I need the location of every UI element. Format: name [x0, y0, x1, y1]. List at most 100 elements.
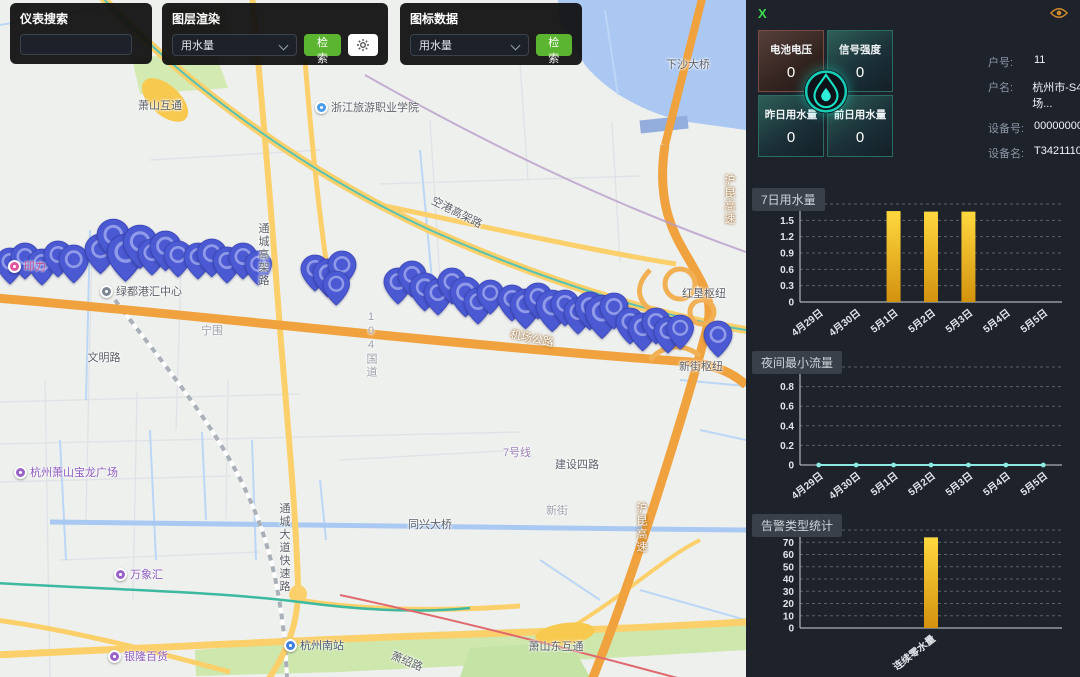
poi-label: 万象汇 [130, 566, 163, 582]
meter-pin[interactable] [322, 270, 351, 311]
info-label: 设备名: [988, 145, 1034, 161]
alarm-stats-chart: 01020304050607080连续零水量 [752, 518, 1074, 670]
poi-label: 银隆百货 [124, 648, 168, 664]
svg-text:0.3: 0.3 [780, 281, 794, 292]
svg-text:60: 60 [783, 550, 795, 561]
poi-marker-icon [14, 466, 27, 479]
device-summary-section: 电池电压0信号强度0昨日用水量0前日用水量0 户号:11户名:杭州市-S4机场.… [746, 26, 1080, 186]
poi-marker-icon [114, 568, 127, 581]
meter-search-title: 仪表搜索 [20, 10, 142, 27]
chart-section-night-flow: 夜间最小流量 00.20.40.60.814月29日4月30日5月1日5月2日5… [746, 349, 1080, 512]
stat-value: 0 [787, 129, 795, 146]
svg-text:40: 40 [783, 575, 795, 586]
poi-label: 绿都港汇中心 [116, 283, 182, 299]
gear-icon [356, 38, 370, 52]
svg-text:1.2: 1.2 [780, 232, 794, 243]
stat-value: 0 [856, 129, 864, 146]
chart-title-alarm-stats: 告警类型统计 [752, 514, 842, 537]
info-row: 设备名:T3421110024 [988, 145, 1080, 161]
svg-text:0: 0 [788, 461, 794, 472]
stat-value: 0 [787, 64, 795, 81]
svg-text:5月5日: 5月5日 [1018, 307, 1050, 336]
info-label: 设备号: [988, 120, 1034, 136]
svg-text:4月29日: 4月29日 [789, 470, 825, 502]
svg-text:5月4日: 5月4日 [981, 470, 1013, 499]
map-poi[interactable]: 印力 [8, 258, 46, 274]
svg-text:0.4: 0.4 [780, 421, 794, 432]
icon-type-select[interactable]: 用水量 [410, 34, 529, 56]
layer-render-title: 图层渲染 [172, 10, 378, 27]
poi-marker-icon [100, 285, 113, 298]
info-label: 户号: [988, 54, 1034, 70]
map-poi[interactable]: 银隆百货 [108, 648, 168, 664]
poi-label: 浙江旅游职业学院 [331, 99, 419, 115]
info-label: 户名: [988, 79, 1032, 111]
icon-type-value: 用水量 [419, 37, 452, 53]
info-value: 杭州市-S4机场... [1032, 79, 1080, 111]
svg-text:70: 70 [783, 538, 795, 549]
map-canvas[interactable]: 萧山互通下沙大桥通城高架路空港高架路沪昆高速红垦枢纽机场公路新街枢纽宁围文明路1… [0, 0, 746, 677]
water-drop-logo-icon [802, 67, 850, 120]
svg-text:0: 0 [788, 298, 794, 309]
svg-text:0.6: 0.6 [780, 265, 794, 276]
layer-settings-button[interactable] [348, 34, 378, 56]
poi-marker-icon [108, 650, 121, 663]
poi-label: 杭州南站 [300, 637, 344, 653]
svg-text:5月5日: 5月5日 [1018, 470, 1050, 499]
stat-label: 电池电压 [770, 42, 812, 57]
info-value: T3421110024 [1034, 145, 1080, 161]
chart-title-night-flow: 夜间最小流量 [752, 351, 842, 374]
info-value: 11 [1034, 54, 1045, 70]
svg-text:5月3日: 5月3日 [943, 307, 975, 336]
svg-text:4月30日: 4月30日 [827, 307, 863, 339]
water-body [558, 0, 746, 130]
svg-text:1.5: 1.5 [780, 216, 794, 227]
svg-text:0: 0 [788, 624, 794, 635]
poi-label: 杭州萧山宝龙广场 [30, 464, 118, 480]
svg-text:10: 10 [783, 611, 795, 622]
svg-text:5月3日: 5月3日 [943, 470, 975, 499]
map-poi[interactable]: 杭州萧山宝龙广场 [14, 464, 118, 480]
map-poi[interactable]: 浙江旅游职业学院 [315, 99, 419, 115]
map-poi[interactable]: 万象汇 [114, 566, 163, 582]
svg-text:0.2: 0.2 [780, 441, 794, 452]
svg-text:0.6: 0.6 [780, 402, 794, 413]
meter-pin[interactable] [666, 314, 695, 355]
svg-text:20: 20 [783, 599, 795, 610]
info-row: 设备号:00000000003... [988, 120, 1080, 136]
layer-type-select[interactable]: 用水量 [172, 34, 297, 56]
device-detail-panel: X 电池电压0信号强度0昨日用水量0前日用水量0 [746, 0, 1080, 677]
meter-pin[interactable] [703, 320, 733, 363]
stat-value: 0 [856, 64, 864, 81]
svg-text:30: 30 [783, 587, 795, 598]
icon-data-panel: 图标数据 用水量 检索 [400, 3, 582, 65]
info-row: 户号:11 [988, 54, 1080, 70]
layer-search-button[interactable]: 检索 [304, 34, 342, 56]
meter-search-panel: 仪表搜索 [10, 3, 152, 64]
svg-text:连续零水量: 连续零水量 [890, 632, 937, 670]
svg-text:0.9: 0.9 [780, 249, 794, 260]
svg-text:4月30日: 4月30日 [827, 470, 863, 502]
chart-section-daily-usage: 7日用水量 00.30.60.91.21.51.84月29日4月30日5月1日5… [746, 186, 1080, 349]
layer-type-value: 用水量 [181, 37, 214, 53]
eye-icon[interactable] [1050, 7, 1068, 19]
device-info-list: 户号:11户名:杭州市-S4机场...设备号:00000000003...设备名… [988, 54, 1080, 161]
poi-marker-icon [315, 101, 328, 114]
icon-data-title: 图标数据 [410, 10, 572, 27]
map-poi[interactable]: 杭州南站 [284, 637, 344, 653]
close-button[interactable]: X [758, 6, 767, 21]
svg-text:4月29日: 4月29日 [789, 307, 825, 339]
layer-render-panel: 图层渲染 用水量 检索 [162, 3, 388, 65]
map-poi[interactable]: 绿都港汇中心 [100, 283, 182, 299]
meter-search-input[interactable] [20, 34, 132, 55]
poi-label: 印力 [24, 258, 46, 274]
chart-section-alarm-stats: 告警类型统计 01020304050607080连续零水量 [746, 512, 1080, 675]
meter-pin[interactable] [244, 250, 273, 291]
panel-header: X [746, 0, 1080, 26]
info-value: 00000000003... [1034, 120, 1080, 136]
svg-text:5月2日: 5月2日 [906, 470, 938, 499]
info-row: 户名:杭州市-S4机场... [988, 79, 1080, 111]
icon-search-button[interactable]: 检索 [536, 34, 572, 56]
svg-text:0.8: 0.8 [780, 382, 794, 393]
svg-text:5月2日: 5月2日 [906, 307, 938, 336]
